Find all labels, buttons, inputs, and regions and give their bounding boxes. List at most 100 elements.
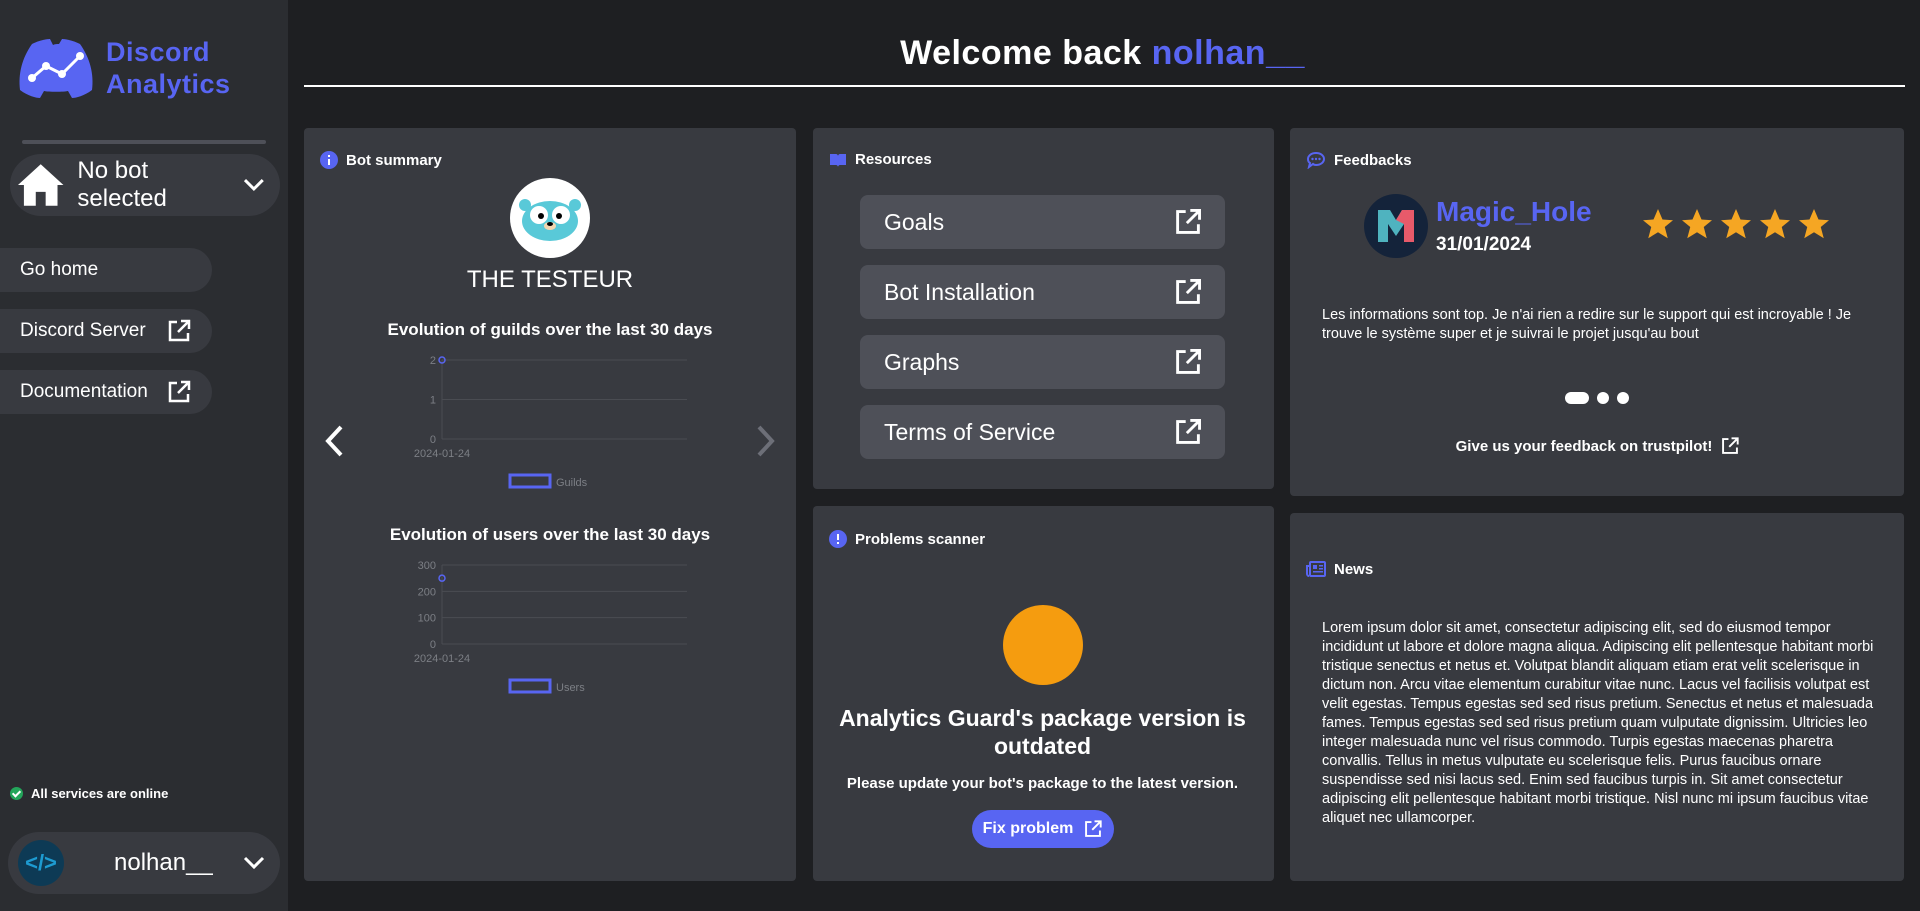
user-menu[interactable]: </> nolhan__ <box>8 832 280 894</box>
fix-problem-button[interactable]: Fix problem <box>972 810 1114 848</box>
sidebar: Discord Analytics No bot selected Go hom… <box>0 0 288 911</box>
carousel-dots <box>1565 392 1629 404</box>
resource-terms-button[interactable]: Terms of Service <box>860 405 1225 459</box>
card-title: Feedbacks <box>1334 151 1412 169</box>
sidebar-item-label: Go home <box>20 259 99 280</box>
resource-label: Goals <box>884 208 945 235</box>
problems-header: Problems scanner <box>829 530 985 548</box>
reviewer-logo-icon <box>1378 210 1414 242</box>
sidebar-item-documentation[interactable]: Documentation <box>0 370 212 414</box>
y-tick-label: 200 <box>418 586 436 598</box>
card-title: Resources <box>855 151 932 168</box>
next-arrow-icon[interactable] <box>752 424 778 458</box>
services-status: All services are online <box>10 786 168 801</box>
y-tick-label: 100 <box>418 613 436 625</box>
sidebar-item-go-home[interactable]: Go home <box>0 248 212 292</box>
x-tick-label: 2024-01-24 <box>414 653 470 665</box>
newspaper-icon <box>1306 561 1326 577</box>
legend-swatch <box>508 678 552 694</box>
resource-label: Terms of Service <box>884 418 1056 445</box>
sidebar-divider <box>22 140 266 144</box>
y-tick-label: 0 <box>430 434 436 446</box>
resource-bot-installation-button[interactable]: Bot Installation <box>860 265 1225 319</box>
status-text: All services are online <box>31 786 169 801</box>
resource-label: Graphs <box>884 348 960 375</box>
rating-stars <box>1640 206 1835 242</box>
card-title: News <box>1334 560 1374 578</box>
logo[interactable]: Discord Analytics <box>14 32 284 104</box>
trustpilot-link[interactable]: Give us your feedback on trustpilot! <box>1300 436 1896 456</box>
star-icon <box>1682 209 1712 239</box>
sidebar-item-label: Discord Server <box>20 320 146 341</box>
external-link-icon <box>1176 209 1201 234</box>
y-tick-label: 0 <box>430 639 436 651</box>
y-tick-label: 2 <box>430 355 436 367</box>
x-tick-label: 2024-01-24 <box>414 448 470 460</box>
star-icon <box>1721 209 1751 239</box>
chevron-down-icon <box>243 856 265 870</box>
alert-icon <box>829 530 847 548</box>
logo-text: Discord Analytics <box>106 36 231 100</box>
logo-line2: Analytics <box>106 69 231 99</box>
star-icon <box>1643 209 1673 239</box>
welcome-text: Welcome back <box>900 34 1142 72</box>
guilds-chart: 0 1 2 2024-01-24 Guilds <box>414 355 687 489</box>
chevron-down-icon <box>244 179 265 192</box>
avatar <box>1364 194 1428 258</box>
resource-goals-button[interactable]: Goals <box>860 195 1225 249</box>
feedback-author: Magic_Hole <box>1436 196 1592 227</box>
carousel-dot[interactable] <box>1617 392 1629 404</box>
warning-status-indicator <box>1003 605 1083 685</box>
logo-line1: Discord <box>106 37 211 67</box>
external-link-icon <box>1176 279 1201 304</box>
info-icon <box>320 151 338 169</box>
sidebar-item-label: Documentation <box>20 381 148 402</box>
external-link-icon <box>1085 820 1102 837</box>
problem-description: Please update your bot's package to the … <box>846 775 1239 792</box>
card-title: Bot summary <box>346 151 442 169</box>
users-chart: 0 100 200 300 2024-01-24 Users <box>414 560 687 694</box>
y-tick-label: 300 <box>418 560 436 572</box>
title-divider <box>304 85 1905 87</box>
y-tick-label: 1 <box>430 395 436 407</box>
gopher-icon <box>519 199 581 241</box>
home-icon <box>17 164 64 206</box>
users-chart-title: Evolution of users over the last 30 days <box>389 525 711 544</box>
feedback-text: Les informations sont top. Je n'ai rien … <box>1322 307 1852 342</box>
carousel-dot[interactable] <box>1597 392 1609 404</box>
resource-label: Bot Installation <box>884 278 1035 305</box>
comment-icon <box>1306 151 1326 169</box>
star-icon <box>1760 209 1790 239</box>
user-name: nolhan__ <box>114 849 213 876</box>
bot-summary-header: Bot summary <box>320 151 442 169</box>
news-text: Lorem ipsum dolor sit amet, consectetur … <box>1322 620 1874 826</box>
feedback-date: 31/01/2024 <box>1436 234 1532 255</box>
welcome-username: nolhan__ <box>1151 34 1305 72</box>
problem-headline: Analytics Guard's package version is out… <box>839 705 1246 759</box>
bot-selector-label: No bot selected <box>77 157 167 212</box>
news-header: News <box>1306 560 1373 578</box>
previous-arrow-icon[interactable] <box>322 424 348 458</box>
status-check-icon <box>10 787 23 800</box>
avatar: </> <box>18 840 64 886</box>
external-link-icon <box>1722 437 1740 454</box>
carousel-dot-active[interactable] <box>1565 392 1589 404</box>
fix-problem-label: Fix problem <box>982 820 1074 837</box>
sidebar-item-discord-server[interactable]: Discord Server <box>0 309 212 353</box>
feedbacks-header: Feedbacks <box>1306 151 1412 169</box>
card-title: Problems scanner <box>855 530 986 548</box>
legend-swatch <box>508 473 552 489</box>
page-title: Welcome back nolhan__ <box>300 34 1905 73</box>
guilds-chart-title: Evolution of guilds over the last 30 day… <box>387 320 713 339</box>
trustpilot-link-label: Give us your feedback on trustpilot! <box>1455 437 1713 455</box>
book-icon <box>830 153 846 167</box>
resource-graphs-button[interactable]: Graphs <box>860 335 1225 389</box>
external-link-icon <box>168 319 191 342</box>
bot-name: THE TESTEUR <box>466 266 634 293</box>
discord-logo-icon <box>19 39 93 98</box>
bot-avatar <box>510 178 590 258</box>
external-link-icon <box>1176 419 1201 444</box>
bot-selector[interactable]: No bot selected <box>10 154 280 216</box>
legend-label: Guilds <box>556 477 588 489</box>
star-icon <box>1799 209 1829 239</box>
